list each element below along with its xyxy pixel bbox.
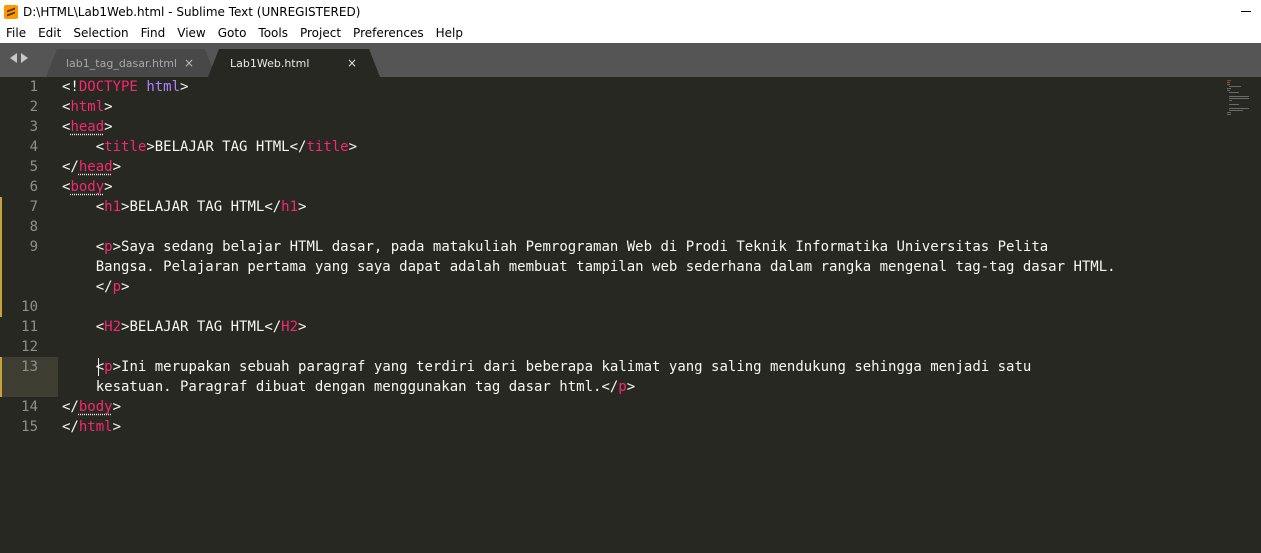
tab-next-icon[interactable] bbox=[21, 53, 28, 63]
code-line[interactable]: <html> bbox=[62, 97, 113, 117]
code-line[interactable]: Bangsa. Pelajaran pertama yang saya dapa… bbox=[62, 257, 1116, 277]
line-number: 2 bbox=[29, 99, 38, 115]
code-line[interactable]: <head> bbox=[62, 117, 113, 137]
menu-tools[interactable]: Tools bbox=[251, 26, 293, 40]
sublime-text-icon bbox=[4, 4, 18, 19]
tab-label: Lab1Web.html bbox=[230, 56, 310, 70]
code-line[interactable]: <title>BELAJAR TAG HTML</title> bbox=[62, 137, 357, 157]
tab-navigation bbox=[10, 53, 28, 63]
code-line[interactable]: <h1>BELAJAR TAG HTML</h1> bbox=[62, 197, 307, 217]
line-number: 3 bbox=[29, 119, 38, 135]
code-line[interactable]: <body> bbox=[62, 177, 113, 197]
title-bar: D:\HTML\Lab1Web.html - Sublime Text (UNR… bbox=[0, 0, 1261, 23]
code-editor[interactable]: 1 2 3 4 5 6 7 8 9 10 11 12 13 14 15 <!DO… bbox=[0, 77, 1261, 553]
line-number: 8 bbox=[29, 219, 38, 235]
line-number: 14 bbox=[21, 399, 38, 415]
menu-edit[interactable]: Edit bbox=[31, 26, 66, 40]
line-number: 13 bbox=[21, 359, 38, 375]
tab-lab1web[interactable]: Lab1Web.html × bbox=[208, 49, 380, 77]
menu-bar: File Edit Selection Find View Goto Tools… bbox=[0, 23, 1261, 43]
menu-find[interactable]: Find bbox=[134, 26, 171, 40]
line-number: 12 bbox=[21, 339, 38, 355]
close-icon[interactable]: × bbox=[347, 56, 357, 70]
code-line[interactable]: <p>Ini merupakan sebuah paragraf yang te… bbox=[62, 357, 1032, 377]
code-line[interactable]: </body> bbox=[62, 397, 121, 417]
line-number: 1 bbox=[29, 79, 38, 95]
line-number: 4 bbox=[29, 139, 38, 155]
minimap[interactable] bbox=[1227, 80, 1249, 120]
tab-label: lab1_tag_dasar.html bbox=[66, 56, 178, 70]
code-line[interactable]: </head> bbox=[62, 157, 121, 177]
tab-bar: lab1_tag_dasar.html × Lab1Web.html × bbox=[0, 43, 1261, 77]
code-line[interactable]: <H2>BELAJAR TAG HTML</H2> bbox=[62, 317, 307, 337]
menu-goto[interactable]: Goto bbox=[211, 26, 252, 40]
code-line[interactable]: <p>Saya sedang belajar HTML dasar, pada … bbox=[62, 237, 1048, 257]
code-line[interactable]: </p> bbox=[62, 277, 130, 297]
code-line[interactable]: <!DOCTYPE html> bbox=[62, 77, 188, 97]
text-cursor bbox=[98, 358, 99, 376]
close-icon[interactable]: × bbox=[184, 56, 194, 70]
code-line[interactable]: kesatuan. Paragraf dibuat dengan menggun… bbox=[62, 377, 635, 397]
line-number: 5 bbox=[29, 159, 38, 175]
menu-selection[interactable]: Selection bbox=[66, 26, 133, 40]
line-number: 7 bbox=[29, 199, 38, 215]
line-number: 9 bbox=[29, 239, 38, 255]
menu-help[interactable]: Help bbox=[429, 26, 468, 40]
menu-view[interactable]: View bbox=[170, 26, 210, 40]
code-line[interactable]: </html> bbox=[62, 417, 121, 437]
menu-project[interactable]: Project bbox=[293, 26, 346, 40]
line-number: 10 bbox=[21, 299, 38, 315]
line-number: 6 bbox=[29, 179, 38, 195]
tab-prev-icon[interactable] bbox=[10, 53, 17, 63]
line-number: 11 bbox=[21, 319, 38, 335]
window-title: D:\HTML\Lab1Web.html - Sublime Text (UNR… bbox=[23, 4, 361, 19]
tab-lab1-tag-dasar[interactable]: lab1_tag_dasar.html × bbox=[46, 49, 216, 77]
menu-preferences[interactable]: Preferences bbox=[346, 26, 429, 40]
line-number: 15 bbox=[21, 419, 38, 435]
minimize-icon[interactable] bbox=[1241, 11, 1251, 12]
menu-file[interactable]: File bbox=[0, 26, 31, 40]
